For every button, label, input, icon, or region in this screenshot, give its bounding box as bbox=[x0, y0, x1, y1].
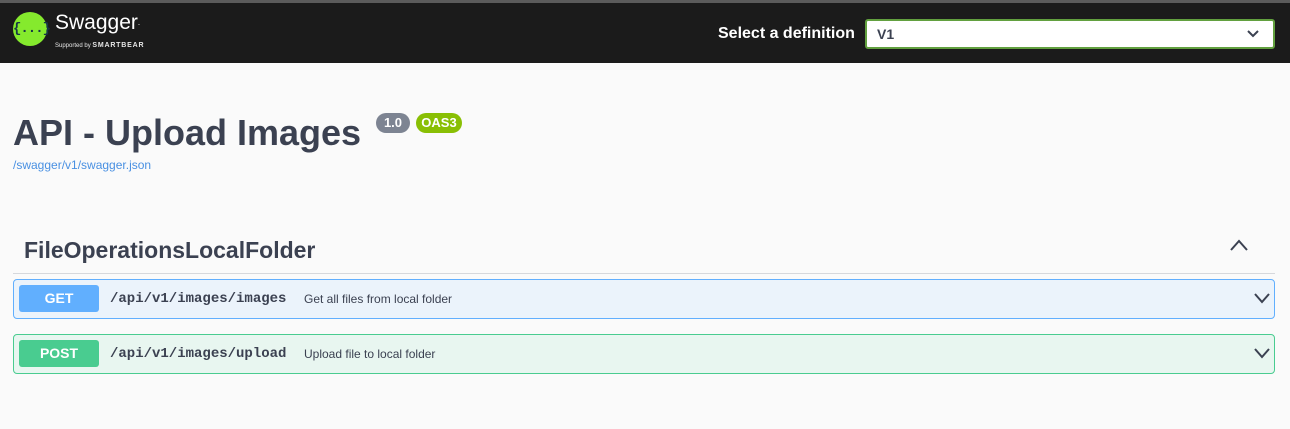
chevron-up-icon[interactable] bbox=[1229, 238, 1249, 252]
spec-url-link[interactable]: /swagger/v1/swagger.json bbox=[13, 158, 151, 172]
method-badge-get: GET bbox=[19, 285, 99, 312]
method-badge-post: POST bbox=[19, 340, 99, 367]
chevron-down-icon[interactable] bbox=[1253, 347, 1271, 359]
oas-badge: OAS3 bbox=[416, 113, 462, 133]
operation-path: /api/v1/images/upload bbox=[110, 346, 287, 362]
brand-sub-prefix: Supported by bbox=[55, 43, 91, 49]
operation-path: /api/v1/images/images bbox=[110, 291, 287, 307]
chevron-down-icon[interactable] bbox=[1253, 292, 1271, 304]
operation-get-images[interactable]: GET /api/v1/images/images Get all files … bbox=[13, 279, 1275, 319]
brand-subtitle: Supported by SMARTBEAR bbox=[55, 42, 144, 50]
tag-name: FileOperationsLocalFolder bbox=[24, 237, 316, 263]
operation-summary: Upload file to local folder bbox=[304, 347, 436, 361]
definition-label: Select a definition bbox=[718, 25, 855, 42]
brand-sub-company: SMARTBEAR bbox=[92, 42, 145, 49]
tag-section-header[interactable]: FileOperationsLocalFolder bbox=[13, 228, 1275, 274]
topbar: {...} Swagger. Supported by SMARTBEAR Se… bbox=[0, 3, 1290, 63]
brand-text: Swagger bbox=[55, 11, 138, 34]
chevron-down-icon bbox=[1247, 30, 1259, 38]
swagger-logo-icon[interactable]: {...} bbox=[13, 12, 51, 46]
api-title: API - Upload Images bbox=[13, 112, 362, 153]
brand-name[interactable]: Swagger. bbox=[55, 11, 140, 35]
definition-select[interactable]: V1 bbox=[865, 19, 1275, 49]
operation-summary: Get all files from local folder bbox=[304, 292, 453, 306]
definition-select-value: V1 bbox=[877, 26, 895, 42]
operation-post-upload[interactable]: POST /api/v1/images/upload Upload file t… bbox=[13, 334, 1275, 374]
version-badge: 1.0 bbox=[376, 113, 410, 133]
